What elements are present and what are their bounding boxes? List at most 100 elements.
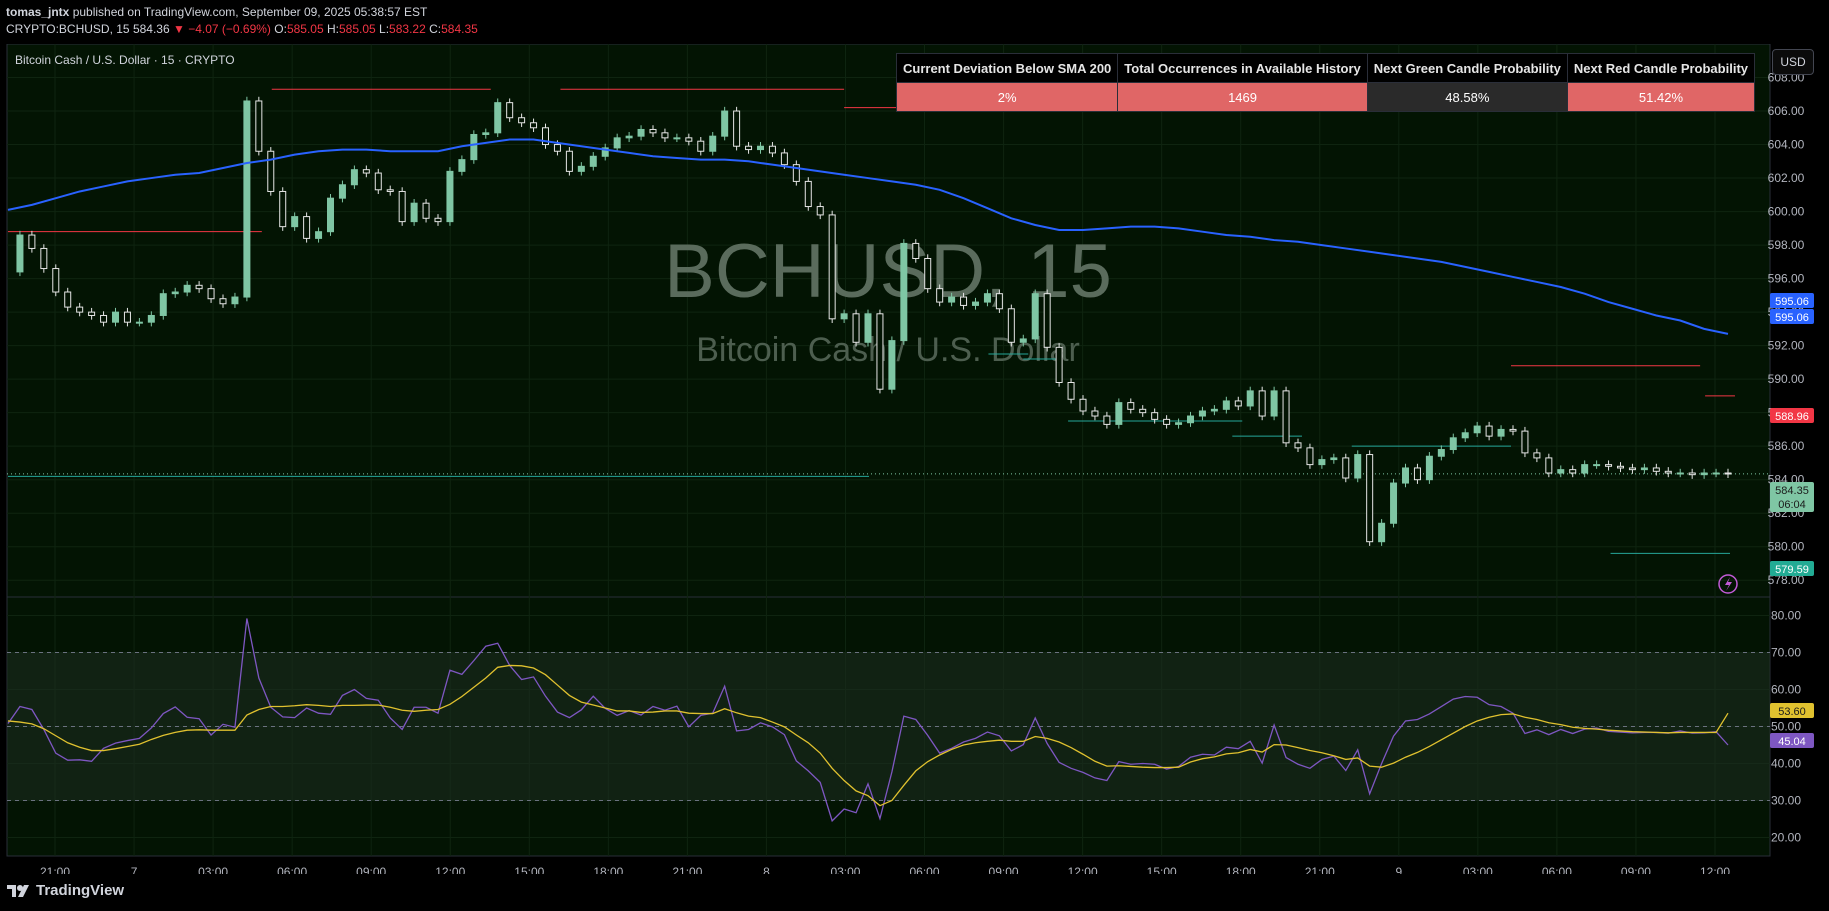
pane-title[interactable]: Bitcoin Cash / U.S. Dollar · 15 · CRYPTO xyxy=(15,53,235,67)
candle-body xyxy=(303,216,311,239)
candle-body xyxy=(1425,455,1433,481)
last-price-tag: 584.35 06:04 xyxy=(1770,482,1814,512)
red-level-tag-text: 588.96 xyxy=(1775,411,1809,423)
time-tick-label: 03:00 xyxy=(198,865,228,874)
header-green-prob: Next Green Candle Probability xyxy=(1366,53,1568,83)
time-tick-label: 7 xyxy=(131,865,138,874)
trading-chart[interactable]: BCHUSD, 15 Bitcoin Cash / U.S. Dollar Bi… xyxy=(0,44,1829,874)
candle-body xyxy=(553,144,561,152)
rsi-tick-label: 30.00 xyxy=(1771,794,1801,808)
candle-body xyxy=(1664,470,1672,474)
candle-body xyxy=(410,202,418,223)
time-tick-label: 18:00 xyxy=(1226,865,1256,874)
green-level-tag-text: 579.59 xyxy=(1775,564,1809,576)
time-tick-label: 15:00 xyxy=(1147,865,1177,874)
stats-header-row: Current Deviation Below SMA 200 Total Oc… xyxy=(895,53,1756,83)
price-tick-label: 580.00 xyxy=(1768,540,1805,554)
publication-header: tomas_jntx published on TradingView.com,… xyxy=(6,4,478,38)
candle-body xyxy=(1127,402,1135,410)
candle-body xyxy=(1413,467,1421,481)
header-occurrences: Total Occurrences in Available History xyxy=(1117,53,1368,83)
candle-body xyxy=(362,169,370,174)
candle-body xyxy=(1628,467,1636,471)
candle-body xyxy=(983,293,991,303)
footer-brand[interactable]: TradingView xyxy=(6,882,124,899)
candle-body xyxy=(267,150,275,192)
green-level-tag: 579.59 xyxy=(1770,561,1814,576)
candle-body xyxy=(1151,412,1159,420)
candle-body xyxy=(76,306,84,313)
candle-body xyxy=(1139,408,1147,414)
candle-body xyxy=(147,314,155,323)
candle-body xyxy=(912,242,920,259)
candle-body xyxy=(697,140,705,152)
candle-body xyxy=(279,190,287,228)
candle-body xyxy=(1103,415,1111,425)
candle-body xyxy=(995,293,1003,310)
candle-body xyxy=(1700,472,1708,476)
candle-body xyxy=(338,184,346,199)
candle-body xyxy=(577,165,585,172)
time-tick-label: 15:00 xyxy=(514,865,544,874)
candle-body xyxy=(745,145,753,151)
candle-body xyxy=(1581,464,1589,474)
candle-body xyxy=(506,102,514,119)
candle-body xyxy=(1234,400,1242,407)
ohlc-line: CRYPTO:BCHUSD, 15 584.36 ▼ −4.07 (−0.69%… xyxy=(6,21,478,38)
time-tick-label: 12:00 xyxy=(435,865,465,874)
candle-body xyxy=(1222,400,1230,410)
value-red-prob: 51.42% xyxy=(1566,82,1756,112)
candle-body xyxy=(1366,454,1374,543)
candle-body xyxy=(1198,410,1206,417)
time-tick-label: 21:00 xyxy=(1305,865,1335,874)
candle-body xyxy=(1509,428,1517,432)
candle-body xyxy=(1533,452,1541,459)
candle-body xyxy=(589,155,597,167)
candle-body xyxy=(721,110,729,137)
candle-body xyxy=(804,180,812,208)
rsi-axis[interactable]: 20.00 30.00 40.00 50.00 60.00 70.00 80.00 xyxy=(1771,609,1801,845)
candle-body xyxy=(709,135,717,152)
candle-body xyxy=(291,216,299,228)
countdown-text: 06:04 xyxy=(1778,499,1806,511)
candle-body xyxy=(1007,308,1015,343)
candle-body xyxy=(1390,482,1398,524)
rsi-tick-label: 20.00 xyxy=(1771,831,1801,845)
header-red-prob: Next Red Candle Probability xyxy=(1566,53,1756,83)
candle-body xyxy=(1342,457,1350,479)
time-axis[interactable]: 21:00 7 03:00 06:00 09:00 12:00 15:00 18:00 21:0… xyxy=(40,865,1730,874)
published-info: published on TradingView.com, September … xyxy=(72,5,428,19)
candle-body xyxy=(625,135,633,139)
candle-body xyxy=(960,296,968,306)
sma-tag-2: 595.06 xyxy=(1770,309,1814,324)
candle-body xyxy=(1019,338,1027,343)
candle-body xyxy=(972,301,979,306)
currency-button[interactable]: USD xyxy=(1772,49,1814,75)
candle-body xyxy=(1485,425,1493,437)
candle-body xyxy=(936,288,944,303)
candle-body xyxy=(685,137,693,142)
candle-body xyxy=(1437,449,1445,457)
candle-body xyxy=(1294,442,1302,449)
candle-body xyxy=(1187,415,1194,424)
author-name[interactable]: tomas_jntx xyxy=(6,5,69,19)
candle-body xyxy=(183,284,191,293)
candle-body xyxy=(876,313,884,390)
low-label: L: xyxy=(379,22,390,36)
candle-body xyxy=(1545,457,1553,474)
candle-body xyxy=(470,133,478,161)
candle-body xyxy=(780,152,788,166)
candle-body xyxy=(888,340,896,390)
candle-body xyxy=(350,169,358,186)
open-label: O: xyxy=(274,22,287,36)
rsi-ma-tag: 53.60 xyxy=(1770,703,1814,718)
high-value: 585.05 xyxy=(338,22,376,36)
candle-body xyxy=(159,293,167,316)
candle-body xyxy=(1318,459,1326,466)
candle-body xyxy=(171,291,179,295)
candle-body xyxy=(398,190,406,223)
candle-body xyxy=(852,313,860,343)
price-tick-label: 600.00 xyxy=(1768,205,1805,219)
close-value: 584.35 xyxy=(441,22,478,36)
candle-body xyxy=(864,313,872,343)
